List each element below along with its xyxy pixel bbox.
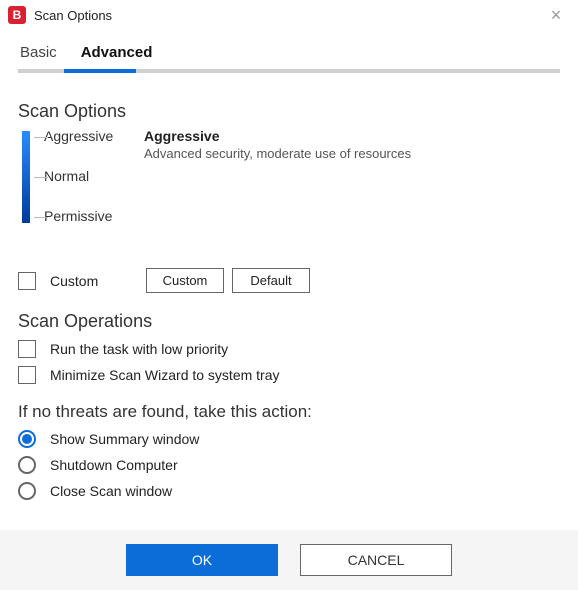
titlebar: B Scan Options × <box>0 0 578 30</box>
scan-options-heading: Scan Options <box>18 101 560 122</box>
low-priority-checkbox[interactable] <box>18 340 36 358</box>
tab-basic[interactable]: Basic <box>18 38 59 69</box>
tabs: Basic Advanced <box>0 30 578 69</box>
slider-label-normal: Normal <box>44 168 144 208</box>
slider-label-aggressive: Aggressive <box>44 128 144 168</box>
slider-track <box>22 131 30 223</box>
custom-label: Custom <box>50 273 146 289</box>
tab-advanced[interactable]: Advanced <box>79 38 155 69</box>
slider-tick <box>34 137 48 138</box>
slider-tick <box>34 217 48 218</box>
slider-label-permissive: Permissive <box>44 208 144 248</box>
radio-close-window[interactable] <box>18 482 36 500</box>
radio-close-window-label: Close Scan window <box>50 483 172 499</box>
close-icon[interactable]: × <box>542 6 570 24</box>
window-title: Scan Options <box>34 8 542 23</box>
cancel-button[interactable]: CANCEL <box>300 544 452 576</box>
custom-checkbox[interactable] <box>18 272 36 290</box>
minimize-tray-checkbox[interactable] <box>18 366 36 384</box>
no-threats-heading: If no threats are found, take this actio… <box>18 402 560 422</box>
radio-shutdown-label: Shutdown Computer <box>50 457 178 473</box>
radio-show-summary-label: Show Summary window <box>50 431 199 447</box>
slider-tick <box>34 177 48 178</box>
app-logo-icon: B <box>8 6 26 24</box>
dialog-footer: OK CANCEL <box>0 530 578 590</box>
security-level-slider[interactable] <box>18 131 34 227</box>
custom-button[interactable]: Custom <box>146 268 224 293</box>
low-priority-label: Run the task with low priority <box>50 341 228 357</box>
selected-level-name: Aggressive <box>144 128 560 144</box>
radio-show-summary[interactable] <box>18 430 36 448</box>
radio-shutdown[interactable] <box>18 456 36 474</box>
tab-underline <box>18 69 560 73</box>
minimize-tray-label: Minimize Scan Wizard to system tray <box>50 367 280 383</box>
tab-active-indicator <box>64 69 136 73</box>
selected-level-desc: Advanced security, moderate use of resou… <box>144 146 560 161</box>
ok-button[interactable]: OK <box>126 544 278 576</box>
default-button[interactable]: Default <box>232 268 310 293</box>
scan-operations-heading: Scan Operations <box>18 311 560 332</box>
